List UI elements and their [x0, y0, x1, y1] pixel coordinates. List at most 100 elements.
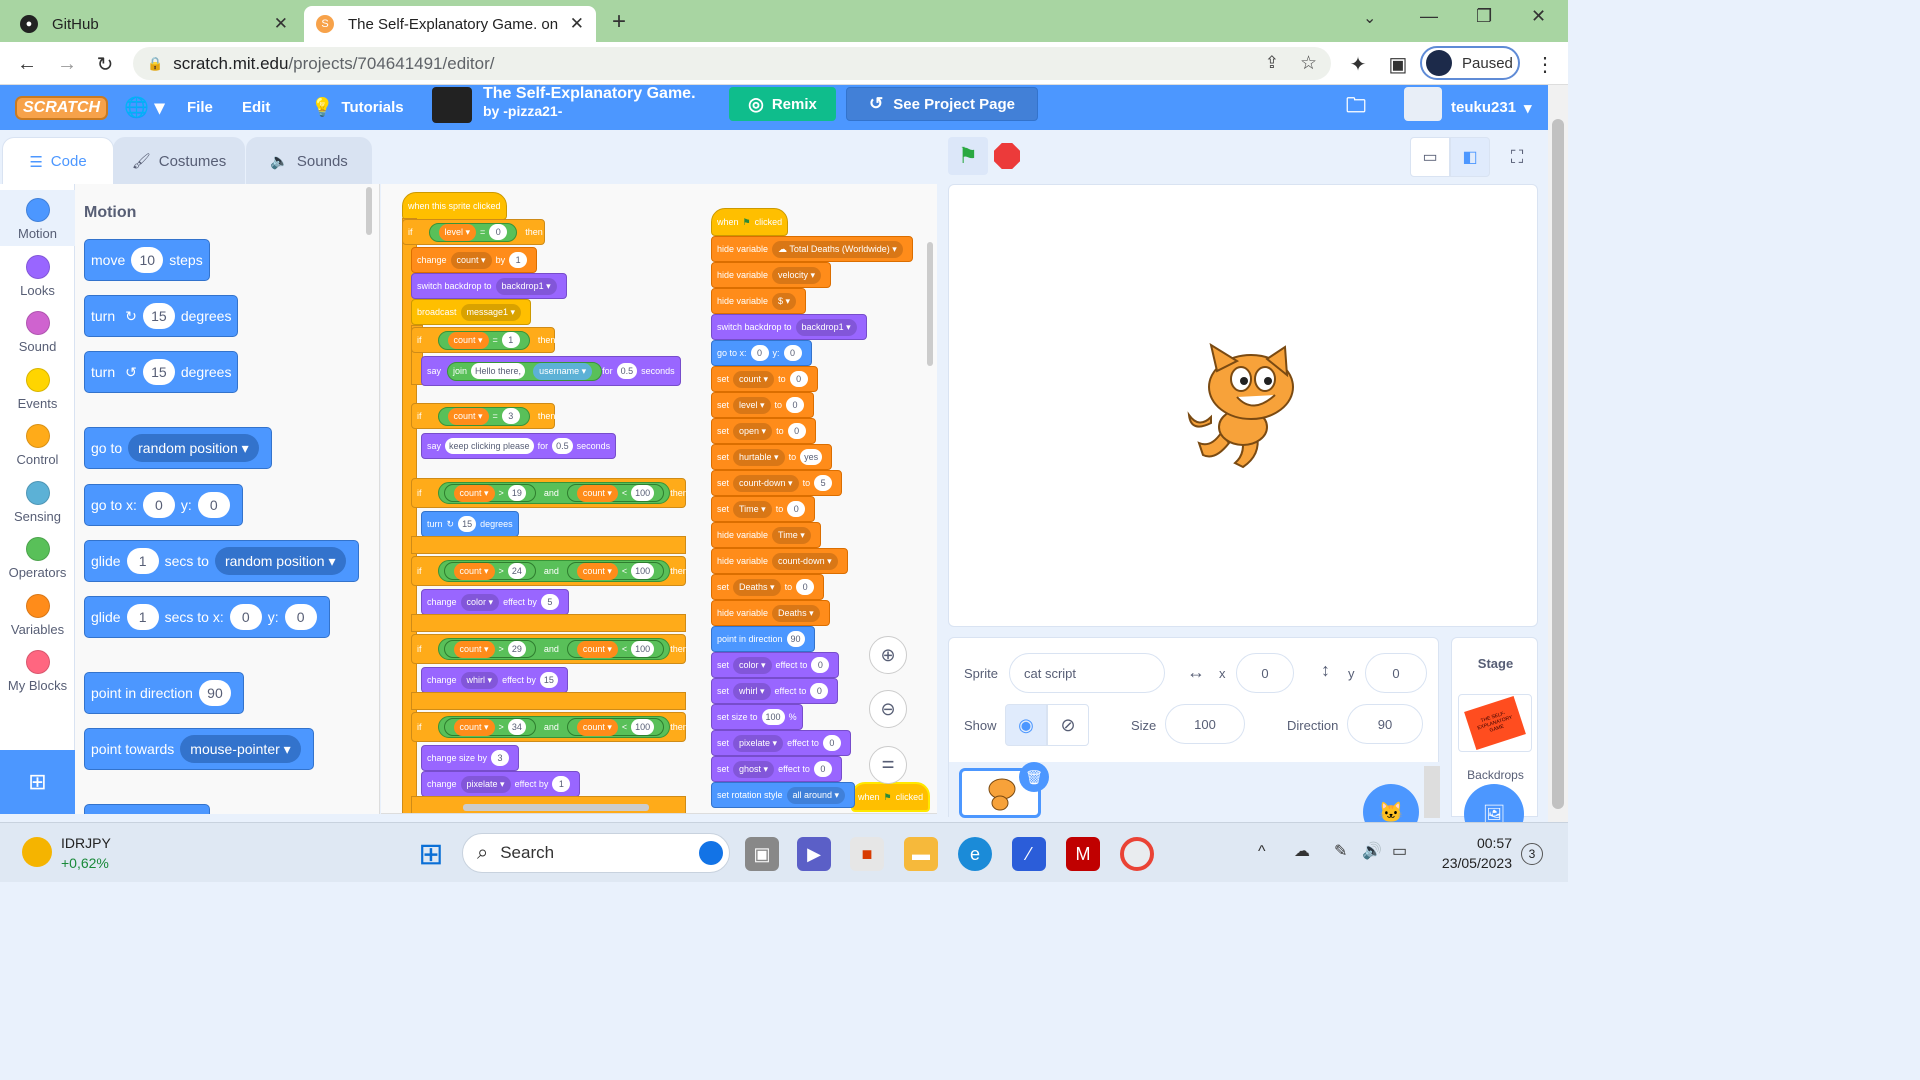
account-menu[interactable]: teuku231 ▾: [1451, 85, 1532, 130]
workspace-horizontal-scrollbar[interactable]: [463, 804, 649, 811]
flag-script-block[interactable]: point in direction 90: [711, 626, 815, 652]
if-count-34-block[interactable]: if count ▾ >34 and count ▾ <100 then: [411, 712, 688, 742]
point-towards-block[interactable]: point towards mouse-pointer ▾: [84, 728, 314, 770]
flag-script-block[interactable]: set count-down ▾ to 5: [711, 470, 843, 496]
stage-canvas[interactable]: [948, 184, 1538, 627]
zoom-reset-icon[interactable]: =: [869, 746, 907, 784]
chrome-icon[interactable]: [1120, 837, 1154, 871]
see-project-page-button[interactable]: ↺ See Project Page: [846, 87, 1038, 121]
sprite-name-input[interactable]: cat script: [1009, 653, 1165, 693]
file-explorer-icon[interactable]: ▬: [904, 837, 938, 871]
restore-icon[interactable]: ❐: [1476, 6, 1492, 27]
close-tab-icon[interactable]: ✕: [570, 14, 584, 34]
flag-script-block[interactable]: set Time ▾ to 0: [711, 496, 816, 522]
show-eye-icon[interactable]: ◉: [1005, 704, 1047, 746]
flag-script-block[interactable]: hide variable ☁ Total Deaths (Worldwide) …: [711, 236, 913, 262]
page-scrollbar[interactable]: [1548, 85, 1568, 822]
close-window-icon[interactable]: ✕: [1531, 6, 1546, 27]
forward-icon[interactable]: →: [52, 49, 82, 79]
code-workspace[interactable]: when this sprite clicked if level ▾ = 0 then…: [381, 184, 937, 814]
windows-start-icon[interactable]: ⊞: [414, 837, 448, 871]
browser-menu-icon[interactable]: ⋮: [1530, 49, 1560, 79]
cat-sprite[interactable]: [1181, 343, 1305, 471]
change-color-effect-block[interactable]: change color ▾ effect by 5: [421, 589, 569, 615]
flag-script-block[interactable]: set level ▾ to 0: [711, 392, 815, 418]
battery-icon[interactable]: ▭: [1392, 841, 1407, 861]
extensions-icon[interactable]: ✦: [1343, 49, 1373, 79]
bookmark-star-icon[interactable]: ☆: [1300, 52, 1317, 75]
file-menu[interactable]: File: [187, 85, 213, 130]
category-variables[interactable]: Variables: [0, 586, 75, 642]
turn-block[interactable]: turn ↻ 15 degrees: [421, 511, 519, 537]
pen-icon[interactable]: ✎: [1334, 841, 1347, 861]
size-input[interactable]: 100: [1165, 704, 1245, 744]
change-whirl-effect-block[interactable]: change whirl ▾ effect by 15: [421, 667, 568, 693]
small-stage-icon[interactable]: ▭: [1410, 137, 1450, 177]
clock-time[interactable]: 00:57: [1432, 835, 1512, 851]
say-join-block[interactable]: say join Hello there, username ▾ for 0.5 secon…: [421, 356, 681, 386]
flag-script-block[interactable]: set whirl ▾ effect to 0: [711, 678, 839, 704]
flag-script-block[interactable]: switch backdrop to backdrop1 ▾: [711, 314, 867, 340]
delete-sprite-icon[interactable]: 🗑: [1019, 762, 1049, 792]
zoom-out-icon[interactable]: ⊖: [869, 690, 907, 728]
flag-script-block[interactable]: hide variable count-down ▾: [711, 548, 848, 574]
flag-script-block[interactable]: set Deaths ▾ to 0: [711, 574, 825, 600]
flag-script-block[interactable]: set open ▾ to 0: [711, 418, 816, 444]
zoom-in-icon[interactable]: ⊕: [869, 636, 907, 674]
category-operators[interactable]: Operators: [0, 529, 75, 585]
if-count-29-block[interactable]: if count ▾ >29 and count ▾ <100 then: [411, 634, 688, 664]
project-author[interactable]: by -pizza21-: [483, 103, 562, 119]
taskbar-search[interactable]: ⌕ Search: [462, 833, 730, 873]
tutorials-button[interactable]: 💡 Tutorials: [311, 85, 404, 130]
category-looks[interactable]: Looks: [0, 247, 75, 303]
stop-sign-icon[interactable]: [994, 143, 1020, 169]
notification-badge[interactable]: 3: [1521, 843, 1543, 865]
chat-icon[interactable]: ▶: [797, 837, 831, 871]
turn-left-block[interactable]: turn ↺ 15 degrees: [84, 351, 239, 393]
ticker-name[interactable]: IDRJPY: [61, 835, 111, 851]
flag-script-block[interactable]: hide variable Deaths ▾: [711, 600, 830, 626]
share-icon[interactable]: ⇪: [1265, 53, 1279, 73]
category-sound[interactable]: Sound: [0, 303, 75, 359]
category-motion[interactable]: Motion: [0, 190, 75, 246]
task-view-icon[interactable]: ▣: [745, 837, 779, 871]
change-count-block[interactable]: change count ▾ by 1: [411, 247, 538, 273]
flag-script-block[interactable]: hide variable Time ▾: [711, 522, 821, 548]
remix-button[interactable]: ◎ Remix: [729, 87, 836, 121]
large-stage-icon[interactable]: ◧: [1450, 137, 1490, 177]
if-count-24-block[interactable]: if count ▾ >24 and count ▾ <100 then: [411, 556, 688, 586]
tab-scratch[interactable]: S The Self-Explanatory Game. on Sc ✕: [304, 6, 596, 42]
close-tab-icon[interactable]: ✕: [274, 14, 288, 34]
vs-icon[interactable]: ⁄: [1012, 837, 1046, 871]
next-block-partial[interactable]: [84, 804, 210, 814]
language-globe-icon[interactable]: 🌐 ▾: [124, 85, 165, 130]
x-input[interactable]: 0: [1236, 653, 1294, 693]
tab-sounds[interactable]: 🔈 Sounds: [246, 137, 372, 185]
side-panel-icon[interactable]: ▣: [1383, 49, 1413, 79]
go-to-xy-block[interactable]: go to x: 0 y: 0: [84, 484, 243, 526]
if-count-3-block[interactable]: if count ▾ = 3 then: [411, 403, 555, 429]
onedrive-icon[interactable]: ☁: [1294, 841, 1310, 861]
minimize-icon[interactable]: —: [1420, 6, 1438, 27]
volume-icon[interactable]: 🔊: [1362, 841, 1382, 861]
when-sprite-clicked-hat[interactable]: when this sprite clicked: [402, 192, 507, 220]
if-count-1-block[interactable]: if count ▾ = 1 then: [411, 327, 555, 353]
flag-script-block[interactable]: set pixelate ▾ effect to 0: [711, 730, 851, 756]
move-steps-block[interactable]: move 10 steps: [84, 239, 210, 281]
tab-github[interactable]: ● GitHub ✕: [8, 6, 300, 42]
store-icon[interactable]: ■: [850, 837, 884, 871]
category-events[interactable]: Events: [0, 360, 75, 416]
when-flag-clicked-hat-2[interactable]: when ⚑ clicked: [851, 782, 931, 812]
switch-backdrop-block[interactable]: switch backdrop to backdrop1 ▾: [411, 273, 567, 299]
go-to-block[interactable]: go to random position ▾: [84, 427, 272, 469]
category-control[interactable]: Control: [0, 416, 75, 472]
flag-script-block[interactable]: set hurtable ▾ to yes: [711, 444, 833, 470]
tray-chevron-icon[interactable]: ^: [1258, 843, 1266, 861]
flag-script-block[interactable]: set size to 100%: [711, 704, 803, 730]
mcafee-icon[interactable]: M: [1066, 837, 1100, 871]
flag-script-block[interactable]: set count ▾ to 0: [711, 366, 818, 392]
broadcast-block[interactable]: broadcast message1 ▾: [411, 299, 532, 325]
hide-eye-icon[interactable]: ⊘: [1047, 704, 1089, 746]
tab-code[interactable]: ☰ Code: [2, 137, 114, 185]
say-for-block[interactable]: say keep clicking please for 0.5 seconds: [421, 433, 617, 459]
